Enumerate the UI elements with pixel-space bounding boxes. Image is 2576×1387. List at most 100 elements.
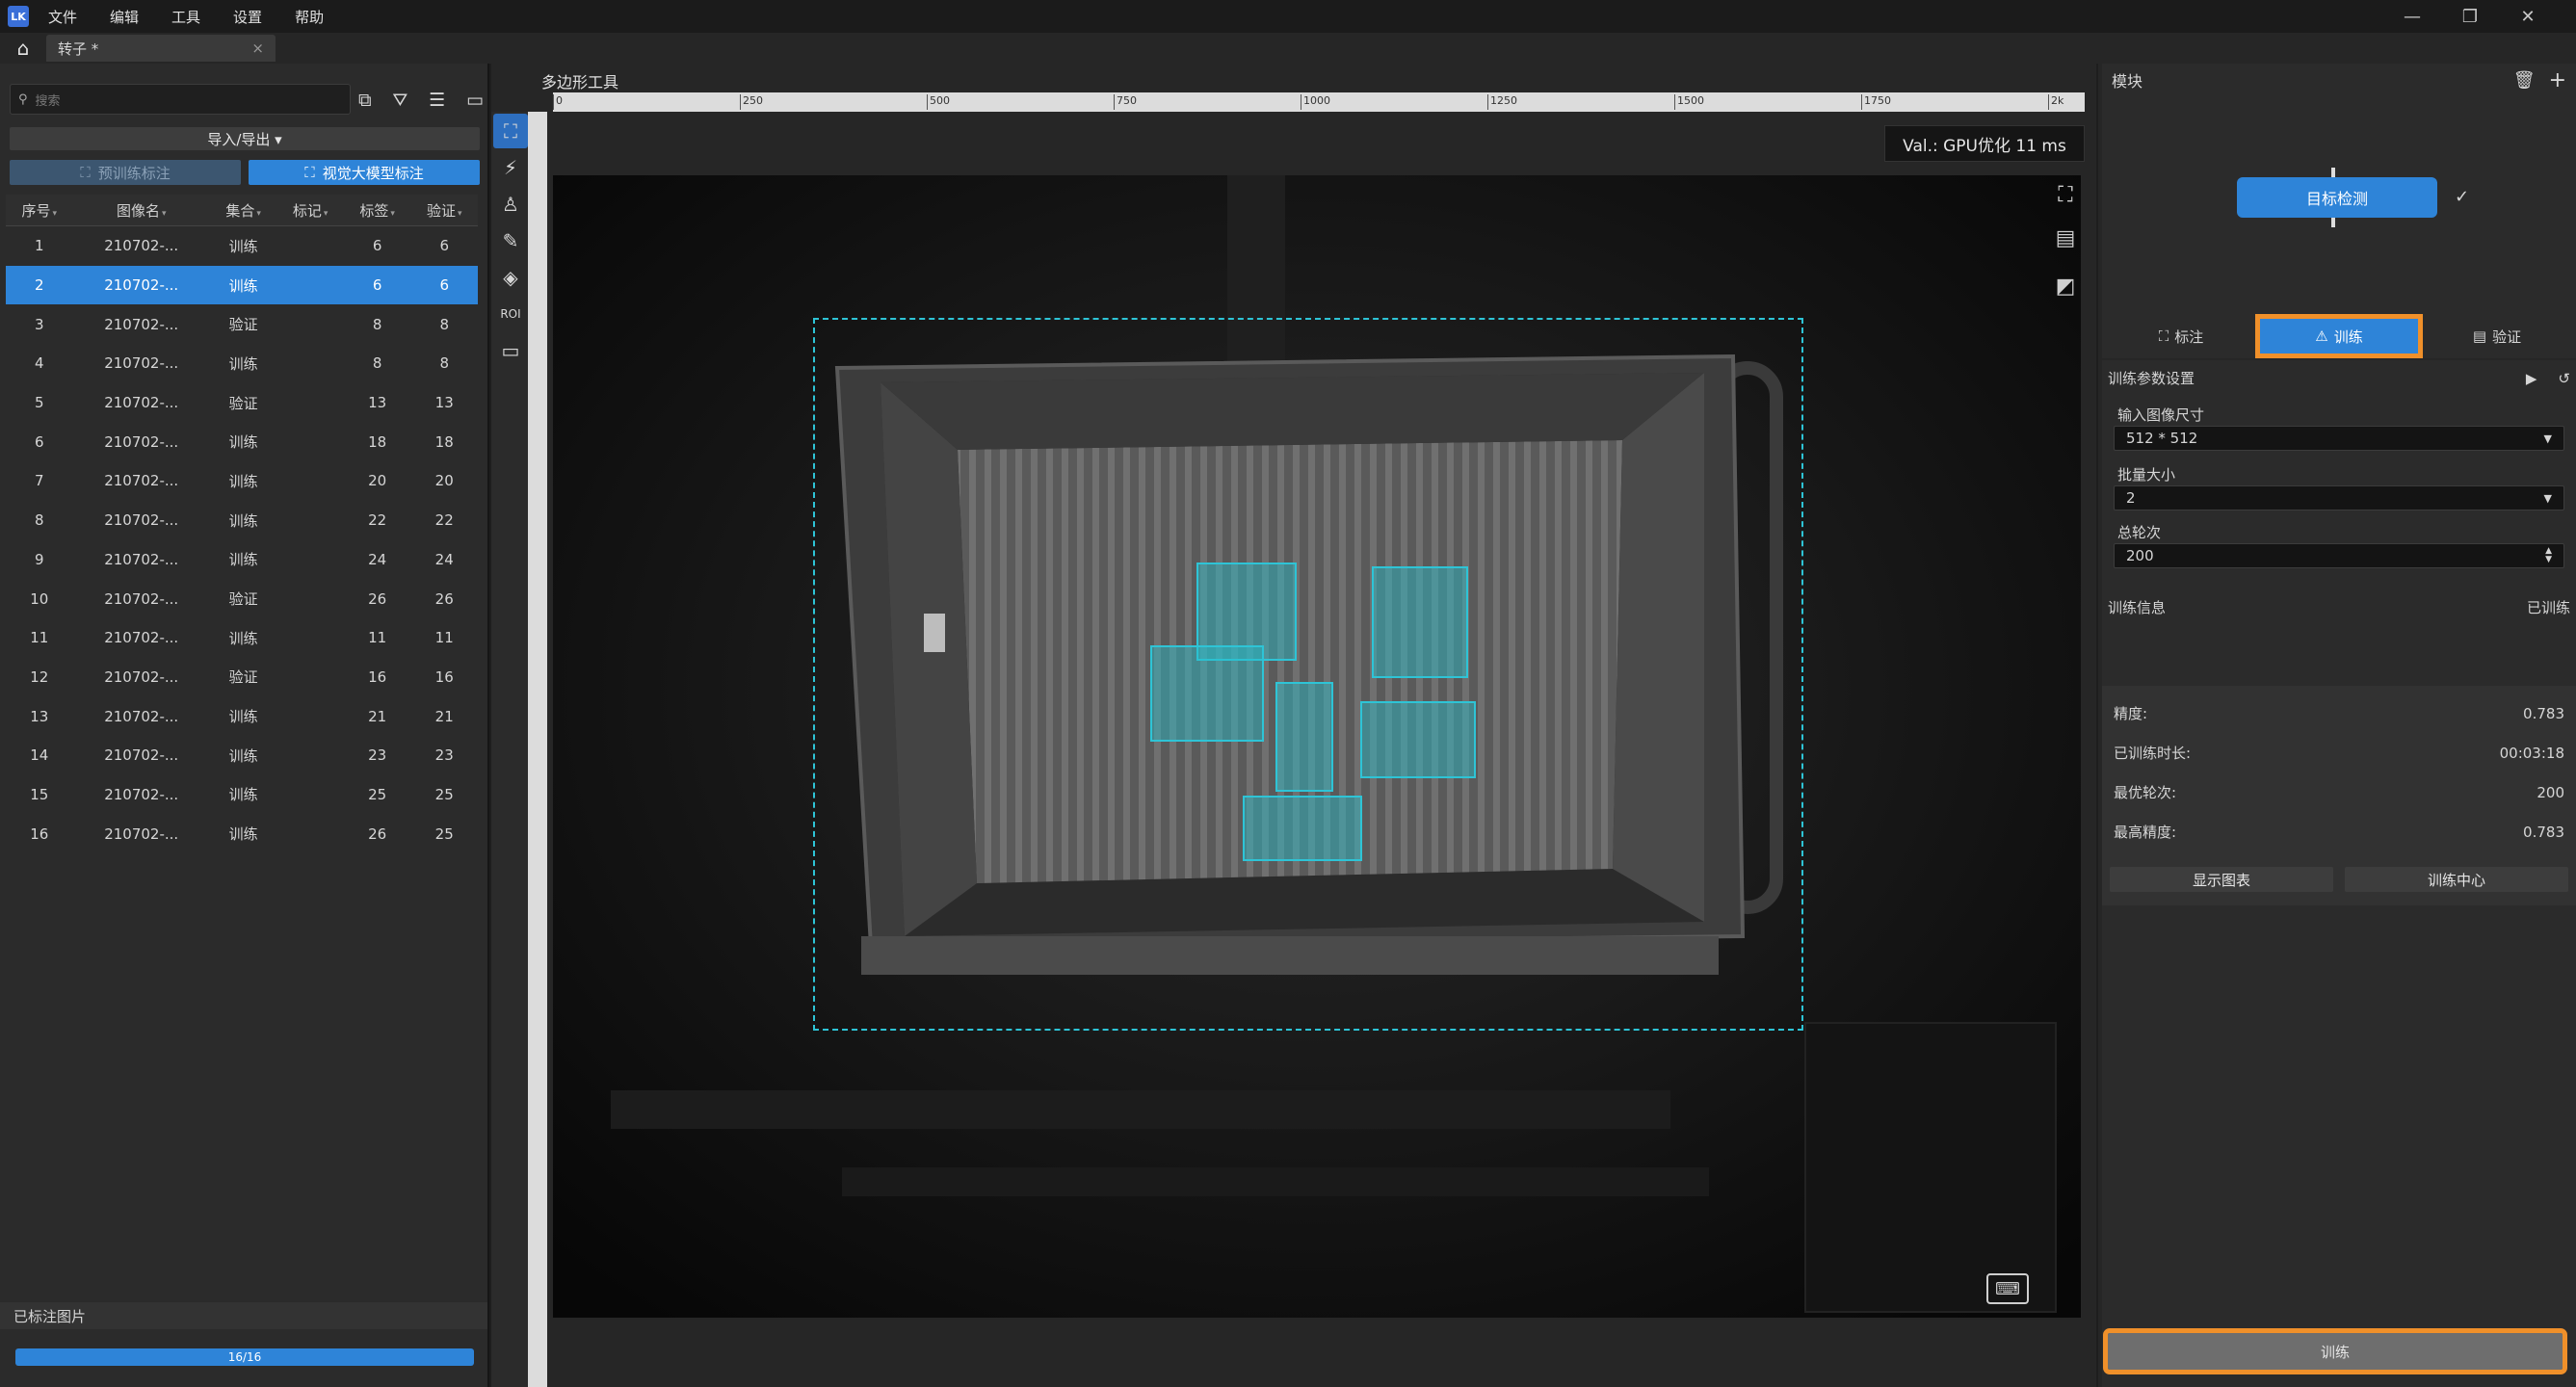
vlm-label-button[interactable]: ⛶ 视觉大模型标注 bbox=[249, 160, 480, 185]
image-list-panel: ⚲ 搜索 ⧉ ⛛ ☰ ▭ 导入/导出 ▾ ⛶ 预训练标注 ⛶ 视觉大模型标注 序… bbox=[0, 64, 489, 1387]
close-icon[interactable]: ✕ bbox=[2499, 7, 2557, 27]
cell-name: 210702-... bbox=[104, 354, 179, 373]
annotation-box[interactable] bbox=[1275, 682, 1333, 792]
menu-help[interactable]: 帮助 bbox=[295, 7, 324, 27]
tab-annotate[interactable]: ⛶ 标注 bbox=[2102, 319, 2260, 353]
label-list-icon[interactable]: ▤ bbox=[2046, 214, 2085, 262]
table-row[interactable]: 3 210702-... 验证 8 8 bbox=[6, 304, 478, 344]
tab-train[interactable]: ⚠ 训练 bbox=[2255, 314, 2423, 358]
table-row[interactable]: 12 210702-... 验证 16 16 bbox=[6, 658, 478, 697]
stamp-icon[interactable]: ♙ bbox=[493, 187, 528, 222]
import-export-button[interactable]: 导入/导出 ▾ bbox=[10, 127, 480, 150]
input-size-label: 输入图像尺寸 bbox=[2117, 406, 2205, 424]
table-row[interactable]: 4 210702-... 训练 8 8 bbox=[6, 344, 478, 383]
tab-close-icon[interactable]: × bbox=[251, 39, 264, 57]
table-row[interactable]: 6 210702-... 训练 18 18 bbox=[6, 422, 478, 461]
window-controls: — ❐ ✕ bbox=[2383, 7, 2557, 27]
epochs-spinbox[interactable]: 200 ▲ ▼ bbox=[2114, 543, 2564, 568]
list-view-icon[interactable]: ☰ bbox=[429, 90, 445, 111]
fit-view-icon[interactable]: ⛶ bbox=[2046, 175, 2085, 214]
info-value: 0.783 bbox=[2523, 704, 2564, 722]
search-input[interactable]: ⚲ 搜索 bbox=[10, 84, 351, 115]
eraser-icon[interactable]: ◈ bbox=[493, 260, 528, 295]
cell-verify: 20 bbox=[434, 472, 454, 490]
delete-icon[interactable]: 🗑 bbox=[2513, 70, 2536, 91]
menu-tools[interactable]: 工具 bbox=[171, 7, 200, 27]
document-tab-strip: ⌂ 转子 * × bbox=[0, 33, 2576, 64]
cell-index: 11 bbox=[30, 629, 49, 647]
module-header: 模块 🗑 + bbox=[2102, 64, 2576, 96]
brush-icon[interactable]: ✎ bbox=[493, 223, 528, 258]
table-row[interactable]: 15 210702-... 训练 25 25 bbox=[6, 775, 478, 815]
info-value: 200 bbox=[2537, 783, 2564, 801]
show-chart-button[interactable]: 显示图表 bbox=[2110, 867, 2333, 892]
table-row[interactable]: 11 210702-... 训练 11 11 bbox=[6, 618, 478, 658]
menu-settings[interactable]: 设置 bbox=[233, 7, 262, 27]
table-row[interactable]: 8 210702-... 训练 22 22 bbox=[6, 501, 478, 540]
training-params: 训练参数设置 ▶ ↺ 输入图像尺寸 512 * 512 ▼ 批量大小 2 ▼ 总轮次… bbox=[2102, 360, 2576, 686]
menu-edit[interactable]: 编辑 bbox=[110, 7, 139, 27]
tab-verify[interactable]: ▤ 验证 bbox=[2418, 319, 2576, 353]
table-row[interactable]: 14 210702-... 训练 23 23 bbox=[6, 736, 478, 775]
col-header-name[interactable]: 图像名 ▾ bbox=[72, 195, 210, 226]
col-header-index[interactable]: 序号 ▾ bbox=[6, 195, 73, 226]
menu-file[interactable]: 文件 bbox=[48, 7, 77, 27]
roi-tool[interactable]: ROI bbox=[493, 297, 528, 331]
maximize-icon[interactable]: ❐ bbox=[2441, 7, 2499, 27]
info-row: 最高精度: 0.783 bbox=[2102, 812, 2576, 851]
table-row[interactable]: 7 210702-... 训练 20 20 bbox=[6, 461, 478, 501]
magic-wand-icon[interactable]: ⚡ bbox=[493, 150, 528, 185]
table-row[interactable]: 10 210702-... 验证 26 26 bbox=[6, 579, 478, 618]
cell-verify: 16 bbox=[434, 667, 454, 686]
table-row[interactable]: 13 210702-... 训练 21 21 bbox=[6, 696, 478, 736]
input-size-select[interactable]: 512 * 512 ▼ bbox=[2114, 426, 2564, 451]
reset-icon[interactable]: ↺ bbox=[2558, 370, 2570, 387]
table-row[interactable]: 1 210702-... 训练 6 6 bbox=[6, 226, 478, 266]
polygon-tool-icon[interactable]: ⛶ bbox=[493, 114, 528, 148]
play-icon[interactable]: ▶ bbox=[2526, 370, 2537, 387]
folder-icon[interactable]: ▭ bbox=[466, 90, 484, 111]
batch-size-select[interactable]: 2 ▼ bbox=[2114, 485, 2564, 510]
add-icon[interactable]: + bbox=[2549, 68, 2566, 92]
mask-icon[interactable]: ◩ bbox=[2046, 262, 2085, 310]
table-row[interactable]: 5 210702-... 验证 13 13 bbox=[6, 383, 478, 423]
cell-name: 210702-... bbox=[104, 550, 179, 568]
annotation-box[interactable] bbox=[1150, 645, 1264, 742]
roi-region[interactable] bbox=[813, 318, 1803, 1031]
annotation-box[interactable] bbox=[1243, 796, 1362, 861]
object-detection-module[interactable]: 目标检测 bbox=[2237, 177, 2437, 218]
image-table: 序号 ▾ 图像名 ▾ 集合 ▾ 标记 ▾ 标签 ▾ 验证 ▾ 1 210702-... 训练 6 6… bbox=[6, 195, 482, 853]
cell-name: 210702-... bbox=[104, 589, 179, 608]
minimize-icon[interactable]: — bbox=[2383, 7, 2441, 27]
train-button[interactable]: 训练 bbox=[2103, 1328, 2567, 1374]
col-header-mark[interactable]: 标记 ▾ bbox=[276, 195, 344, 226]
filter-icon[interactable]: ⛛ bbox=[392, 90, 407, 111]
table-row[interactable]: 16 210702-... 训练 26 25 bbox=[6, 814, 478, 853]
annotation-box[interactable] bbox=[1360, 701, 1476, 778]
col-header-verify[interactable]: 验证 ▾ bbox=[410, 195, 478, 226]
cell-labels: 11 bbox=[368, 629, 387, 647]
home-icon[interactable]: ⌂ bbox=[0, 37, 46, 60]
list-toolbar: ⧉ ⛛ ☰ ▭ bbox=[358, 87, 484, 114]
spin-arrows-icon[interactable]: ▲ ▼ bbox=[2545, 547, 2552, 564]
ruler-tick-label: 250 bbox=[740, 94, 763, 110]
cell-labels: 25 bbox=[368, 785, 387, 803]
image-filter-icon[interactable]: ⧉ bbox=[358, 90, 372, 111]
rectangle-tool-icon[interactable]: ▭ bbox=[493, 333, 528, 368]
cell-index: 14 bbox=[30, 746, 49, 765]
table-row[interactable]: 9 210702-... 训练 24 24 bbox=[6, 540, 478, 580]
col-header-set[interactable]: 集合 ▾ bbox=[209, 195, 277, 226]
input-port[interactable] bbox=[2331, 168, 2335, 177]
cell-index: 9 bbox=[34, 550, 44, 568]
image-canvas[interactable]: ⌨ bbox=[553, 175, 2081, 1318]
output-port[interactable] bbox=[2331, 218, 2335, 227]
document-tab[interactable]: 转子 * × bbox=[46, 35, 276, 62]
cell-labels: 26 bbox=[368, 824, 387, 843]
pretrain-label-text: 预训练标注 bbox=[97, 164, 171, 182]
table-row[interactable]: 2 210702-... 训练 6 6 bbox=[6, 265, 478, 305]
col-header-labels[interactable]: 标签 ▾ bbox=[343, 195, 411, 226]
keyboard-icon[interactable]: ⌨ bbox=[1986, 1273, 2029, 1304]
training-center-button[interactable]: 训练中心 bbox=[2345, 867, 2568, 892]
annotation-box[interactable] bbox=[1372, 566, 1468, 678]
pretrain-label-button[interactable]: ⛶ 预训练标注 bbox=[10, 160, 241, 185]
